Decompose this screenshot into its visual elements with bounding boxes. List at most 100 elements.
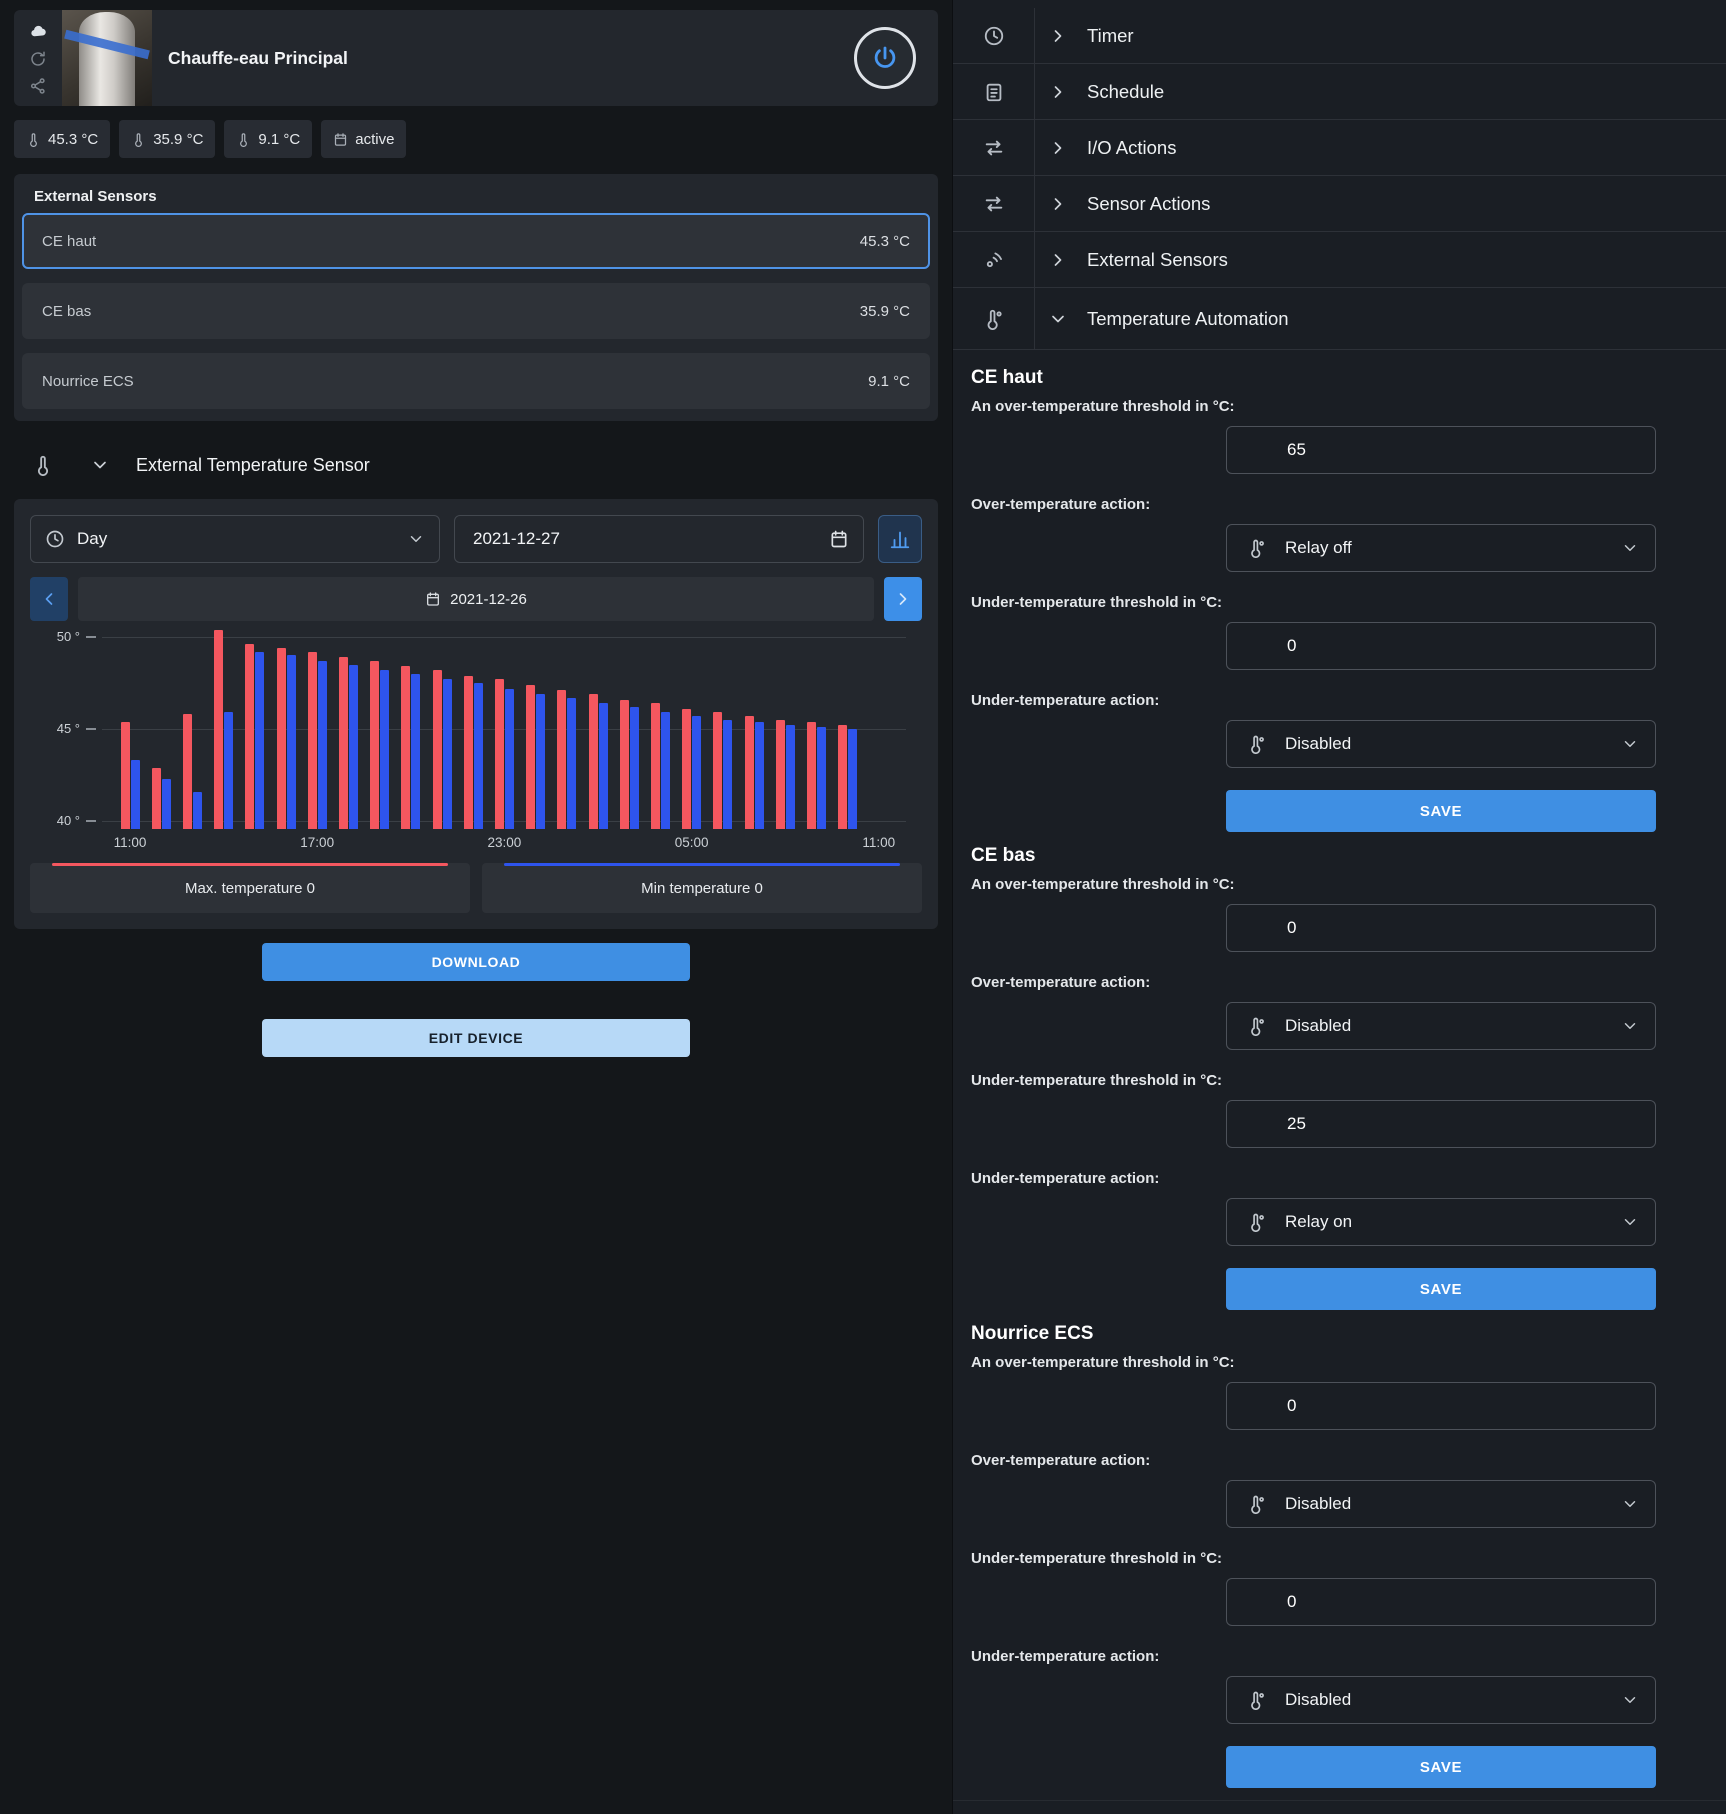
chart-view-button[interactable] (878, 515, 922, 563)
clock-icon (45, 529, 65, 549)
over-action-select[interactable]: Relay off (1226, 524, 1656, 572)
menu-label: Temperature Automation (1087, 307, 1289, 329)
sensor-row-ce-haut[interactable]: CE haut 45.3 °C (22, 213, 930, 269)
power-button[interactable] (854, 27, 916, 89)
over-threshold-input[interactable] (1226, 1382, 1656, 1430)
external-temperature-sensor-toggle[interactable]: External Temperature Sensor (14, 439, 938, 491)
section-heading: CE bas (971, 845, 1036, 866)
section-heading: Nourrice ECS (971, 1323, 1094, 1344)
sensor-value: 45.3 °C (859, 232, 910, 250)
calendar-icon (425, 591, 441, 607)
over-action-label: Over-temperature action: (971, 496, 1151, 513)
x-axis-label: 23:00 (487, 835, 522, 850)
menu-item-timer[interactable]: Timer (953, 8, 1726, 64)
bar-min-temperature (442, 679, 452, 829)
under-threshold-input[interactable] (1226, 1100, 1656, 1148)
save-button[interactable]: SAVE (1226, 790, 1656, 832)
chevron-down-icon (1621, 1495, 1639, 1513)
menu-label: Sensor Actions (1087, 192, 1211, 214)
menu-item-sensor-actions[interactable]: Sensor Actions (953, 176, 1726, 232)
settings-menu: Timer Schedule I/O Actions Sensor Action… (953, 0, 1726, 350)
bar-min-temperature (567, 697, 577, 829)
bar-min-temperature (848, 729, 858, 829)
legend-max-temperature[interactable]: Max. temperature 0 (30, 863, 470, 913)
save-button[interactable]: SAVE (1226, 1268, 1656, 1310)
thermometer-icon (32, 454, 54, 476)
clock-icon (953, 8, 1035, 63)
over-threshold-input[interactable] (1226, 426, 1656, 474)
sync-icon[interactable] (29, 50, 47, 68)
current-date-display[interactable]: 2021-12-26 (78, 577, 874, 621)
selected-option: Relay off (1285, 538, 1352, 557)
chevron-down-icon (1621, 1213, 1639, 1231)
menu-item-schedule[interactable]: Schedule (953, 64, 1726, 120)
chevron-right-icon (1035, 26, 1081, 46)
legend-max-label: Max. temperature 0 (184, 879, 316, 897)
selected-option: Disabled (1285, 1690, 1352, 1709)
over-threshold-input[interactable] (1226, 904, 1656, 952)
under-threshold-input[interactable] (1226, 622, 1656, 670)
under-action-select[interactable]: Relay on (1226, 1198, 1656, 1246)
thermometer-degree-icon (1247, 734, 1267, 754)
bar-min-temperature (536, 694, 546, 829)
bar-max-temperature (588, 694, 598, 829)
bar-max-temperature (775, 719, 785, 829)
bar-min-temperature (754, 721, 764, 829)
over-action-select[interactable]: Disabled (1226, 1002, 1656, 1050)
under-threshold-input[interactable] (1226, 1578, 1656, 1626)
sensor-row-ce-bas[interactable]: CE bas 35.9 °C (22, 283, 930, 339)
sensor-name: CE haut (42, 232, 97, 250)
sensor-value: 9.1 °C (868, 372, 910, 390)
over-action-label: Over-temperature action: (971, 974, 1151, 991)
thermometer-degree-icon (1247, 1016, 1267, 1036)
next-day-button[interactable] (884, 577, 922, 621)
water-heater-shape (79, 12, 135, 106)
over-threshold-label: An over-temperature threshold in °C: (971, 876, 1235, 893)
schedule-icon (953, 64, 1035, 119)
menu-item-io-actions[interactable]: I/O Actions (953, 120, 1726, 176)
thermometer-degree-icon (1247, 538, 1267, 558)
menu-item-external-sensors[interactable]: External Sensors (953, 232, 1726, 288)
badge-label: 35.9 °C (153, 130, 204, 148)
legend-min-temperature[interactable]: Min temperature 0 (482, 863, 922, 913)
bar-min-temperature (192, 791, 202, 829)
bar-max-temperature (182, 714, 192, 829)
download-button[interactable]: DOWNLOAD (262, 943, 690, 981)
automation-section-nourrice-ecs: Nourrice ECS An over-temperature thresho… (971, 1322, 1656, 1788)
temperature-badge-2: 35.9 °C (119, 120, 216, 158)
under-action-label: Under-temperature action: (971, 692, 1160, 709)
period-select[interactable]: Day (30, 515, 440, 563)
sensor-row-nourrice-ecs[interactable]: Nourrice ECS 9.1 °C (22, 353, 930, 409)
save-button[interactable]: SAVE (1226, 1746, 1656, 1788)
under-action-select[interactable]: Disabled (1226, 720, 1656, 768)
date-picker[interactable]: 2021-12-27 (454, 515, 864, 563)
bar-min-temperature (411, 673, 421, 829)
swap-arrows-icon (953, 176, 1035, 231)
over-threshold-label: An over-temperature threshold in °C: (971, 1354, 1235, 1371)
menu-item-temperature-automation[interactable]: Temperature Automation (953, 288, 1726, 350)
under-threshold-label: Under-temperature threshold in °C: (971, 1550, 1223, 1567)
chevron-down-icon (1035, 309, 1081, 329)
bar-max-temperature (713, 712, 723, 829)
y-axis-label: 40 ° (57, 813, 96, 828)
y-axis-label: 50 ° (57, 629, 96, 644)
edit-device-button[interactable]: EDIT DEVICE (262, 1019, 690, 1057)
x-axis: 11:00 17:00 23:00 05:00 11:00 (102, 835, 906, 853)
previous-day-button[interactable] (30, 577, 68, 621)
over-action-select[interactable]: Disabled (1226, 1480, 1656, 1528)
under-action-label: Under-temperature action: (971, 1648, 1160, 1665)
section-title: External Temperature Sensor (136, 454, 370, 475)
bar-max-temperature (744, 716, 754, 829)
right-panel: Timer Schedule I/O Actions Sensor Action… (952, 0, 1726, 1814)
under-action-label: Under-temperature action: (971, 1170, 1160, 1187)
share-icon[interactable] (29, 77, 47, 95)
cloud-icon (29, 22, 48, 41)
bar-min-temperature (380, 670, 390, 829)
temperature-badge-3: 9.1 °C (224, 120, 313, 158)
device-status-icons (14, 10, 62, 106)
bar-max-temperature (338, 657, 348, 829)
thermometer-degree-icon (1247, 1494, 1267, 1514)
under-action-select[interactable]: Disabled (1226, 1676, 1656, 1724)
legend-min-label: Min temperature 0 (641, 879, 763, 897)
selected-option: Disabled (1285, 734, 1352, 753)
